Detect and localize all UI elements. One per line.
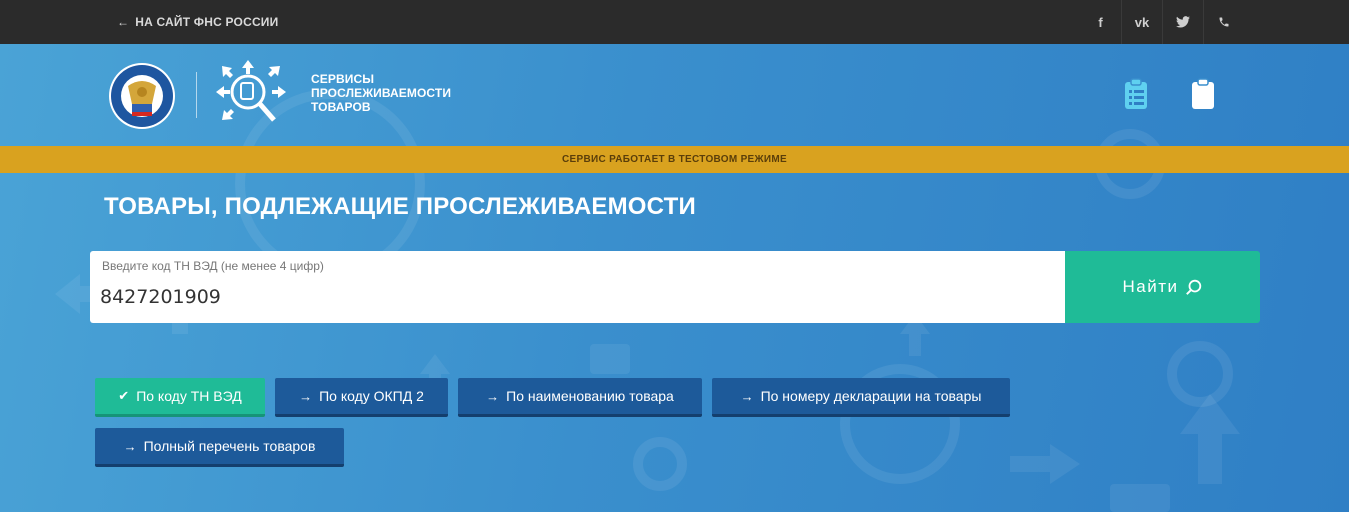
search-button-label: Найти — [1122, 277, 1179, 296]
arrow-left-icon: ← — [117, 15, 130, 29]
filter-label: По наименованию товара — [506, 388, 674, 404]
clipboard-icon[interactable] — [1190, 78, 1216, 110]
filter-okpd2-button[interactable]: → По коду ОКПД 2 — [275, 378, 448, 417]
filter-label: Полный перечень товаров — [143, 438, 316, 454]
facebook-icon[interactable]: f — [1080, 0, 1121, 44]
filter-name-button[interactable]: → По наименованию товара — [458, 378, 702, 417]
filter-tnved-button[interactable]: ✔ По коду ТН ВЭД — [95, 378, 265, 417]
arrow-right-icon: → — [299, 388, 313, 404]
arrow-right-icon: → — [123, 438, 137, 454]
twitter-icon[interactable] — [1162, 0, 1203, 44]
back-to-fns-link[interactable]: ← НА САЙТ ФНС РОССИИ — [117, 0, 278, 44]
search-icon — [1185, 279, 1201, 295]
page-title: ТОВАРЫ, ПОДЛЕЖАЩИЕ ПРОСЛЕЖИВАЕМОСТИ — [104, 193, 696, 220]
arrow-right-icon: → — [486, 388, 500, 404]
check-icon: ✔ — [118, 388, 130, 403]
filter-full-list-button[interactable]: → Полный перечень товаров — [95, 428, 344, 467]
brand-line-3: ТОВАРОВ — [311, 100, 371, 114]
search-field[interactable]: Введите код ТН ВЭД (не менее 4 цифр) — [90, 251, 1065, 323]
filter-label: По коду ТН ВЭД — [136, 388, 242, 404]
arrow-right-icon: → — [740, 388, 754, 404]
fns-emblem-logo[interactable] — [108, 60, 176, 132]
checklist-icon[interactable] — [1123, 78, 1149, 110]
filter-label: По коду ОКПД 2 — [319, 388, 424, 404]
phone-icon[interactable] — [1203, 0, 1244, 44]
brand-line-1: СЕРВИСЫ — [311, 72, 375, 86]
search-button[interactable]: Найти — [1065, 251, 1260, 323]
back-link-label: НА САЙТ ФНС РОССИИ — [135, 15, 279, 29]
filter-declaration-button[interactable]: → По номеру декларации на товары — [712, 378, 1010, 417]
social-links: f vk — [1080, 0, 1244, 44]
search-input[interactable] — [100, 283, 1040, 311]
tracking-services-logo[interactable] — [214, 58, 288, 130]
vk-icon[interactable]: vk — [1121, 0, 1162, 44]
filter-label: По номеру декларации на товары — [760, 388, 982, 404]
header-divider — [196, 72, 197, 118]
search-hint: Введите код ТН ВЭД (не менее 4 цифр) — [102, 259, 324, 273]
brand-line-2: ПРОСЛЕЖИВАЕМОСТИ — [311, 86, 452, 100]
top-bar: ← НА САЙТ ФНС РОССИИ f vk — [0, 0, 1349, 44]
test-mode-banner: СЕРВИС РАБОТАЕТ В ТЕСТОВОМ РЕЖИМЕ — [0, 146, 1349, 173]
service-brand-name: СЕРВИСЫ ПРОСЛЕЖИВАЕМОСТИ ТОВАРОВ — [311, 72, 451, 114]
